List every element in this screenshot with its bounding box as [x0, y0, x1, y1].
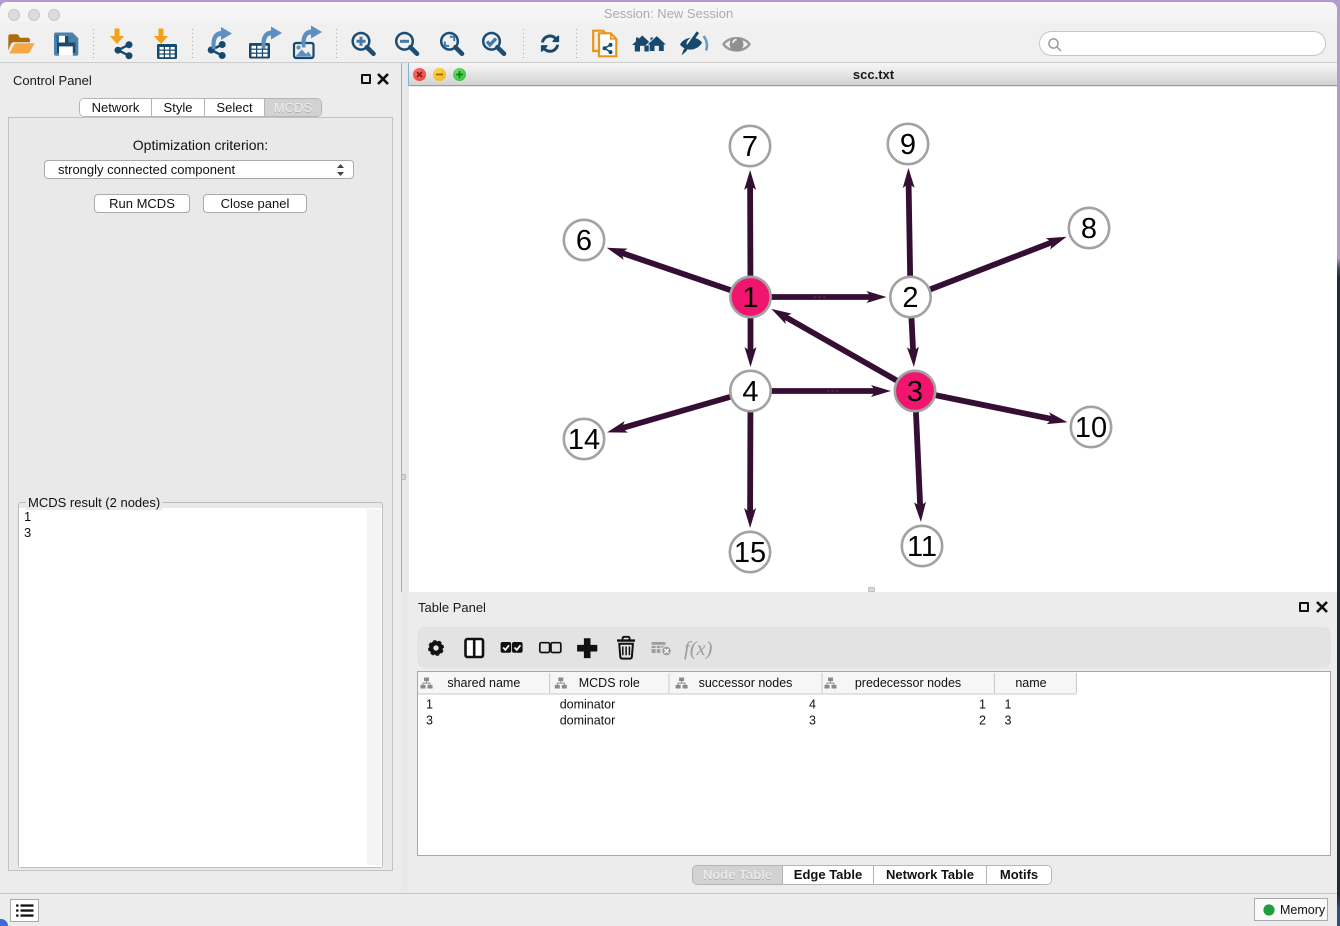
svg-text:11: 11	[907, 531, 937, 563]
svg-text:2: 2	[902, 282, 918, 314]
svg-text:successor nodes: successor nodes	[699, 676, 793, 690]
svg-text:3: 3	[809, 714, 816, 728]
svg-text:dominator: dominator	[560, 714, 616, 728]
svg-text:10: 10	[1075, 412, 1107, 444]
svg-text:6: 6	[576, 225, 592, 257]
svg-text:MCDS role: MCDS role	[579, 676, 640, 690]
svg-text:name: name	[1015, 676, 1046, 690]
svg-text:predecessor nodes: predecessor nodes	[855, 676, 961, 690]
svg-text:14: 14	[568, 424, 600, 456]
svg-text:3: 3	[907, 376, 923, 408]
svg-text:8: 8	[1081, 213, 1097, 245]
svg-text:7: 7	[742, 131, 758, 163]
svg-text:15: 15	[734, 537, 766, 569]
svg-text:2: 2	[979, 714, 986, 728]
svg-text:4: 4	[809, 698, 816, 712]
svg-text:1: 1	[742, 282, 758, 314]
svg-text:f(x): f(x)	[684, 638, 713, 660]
svg-text:1: 1	[979, 698, 986, 712]
svg-text:3: 3	[426, 714, 433, 728]
svg-text:3: 3	[1005, 714, 1012, 728]
svg-text:1: 1	[1005, 698, 1012, 712]
svg-text:shared name: shared name	[447, 676, 520, 690]
svg-text:9: 9	[900, 129, 916, 161]
svg-text:dominator: dominator	[560, 698, 616, 712]
svg-text:4: 4	[742, 376, 758, 408]
svg-text:1: 1	[426, 698, 433, 712]
